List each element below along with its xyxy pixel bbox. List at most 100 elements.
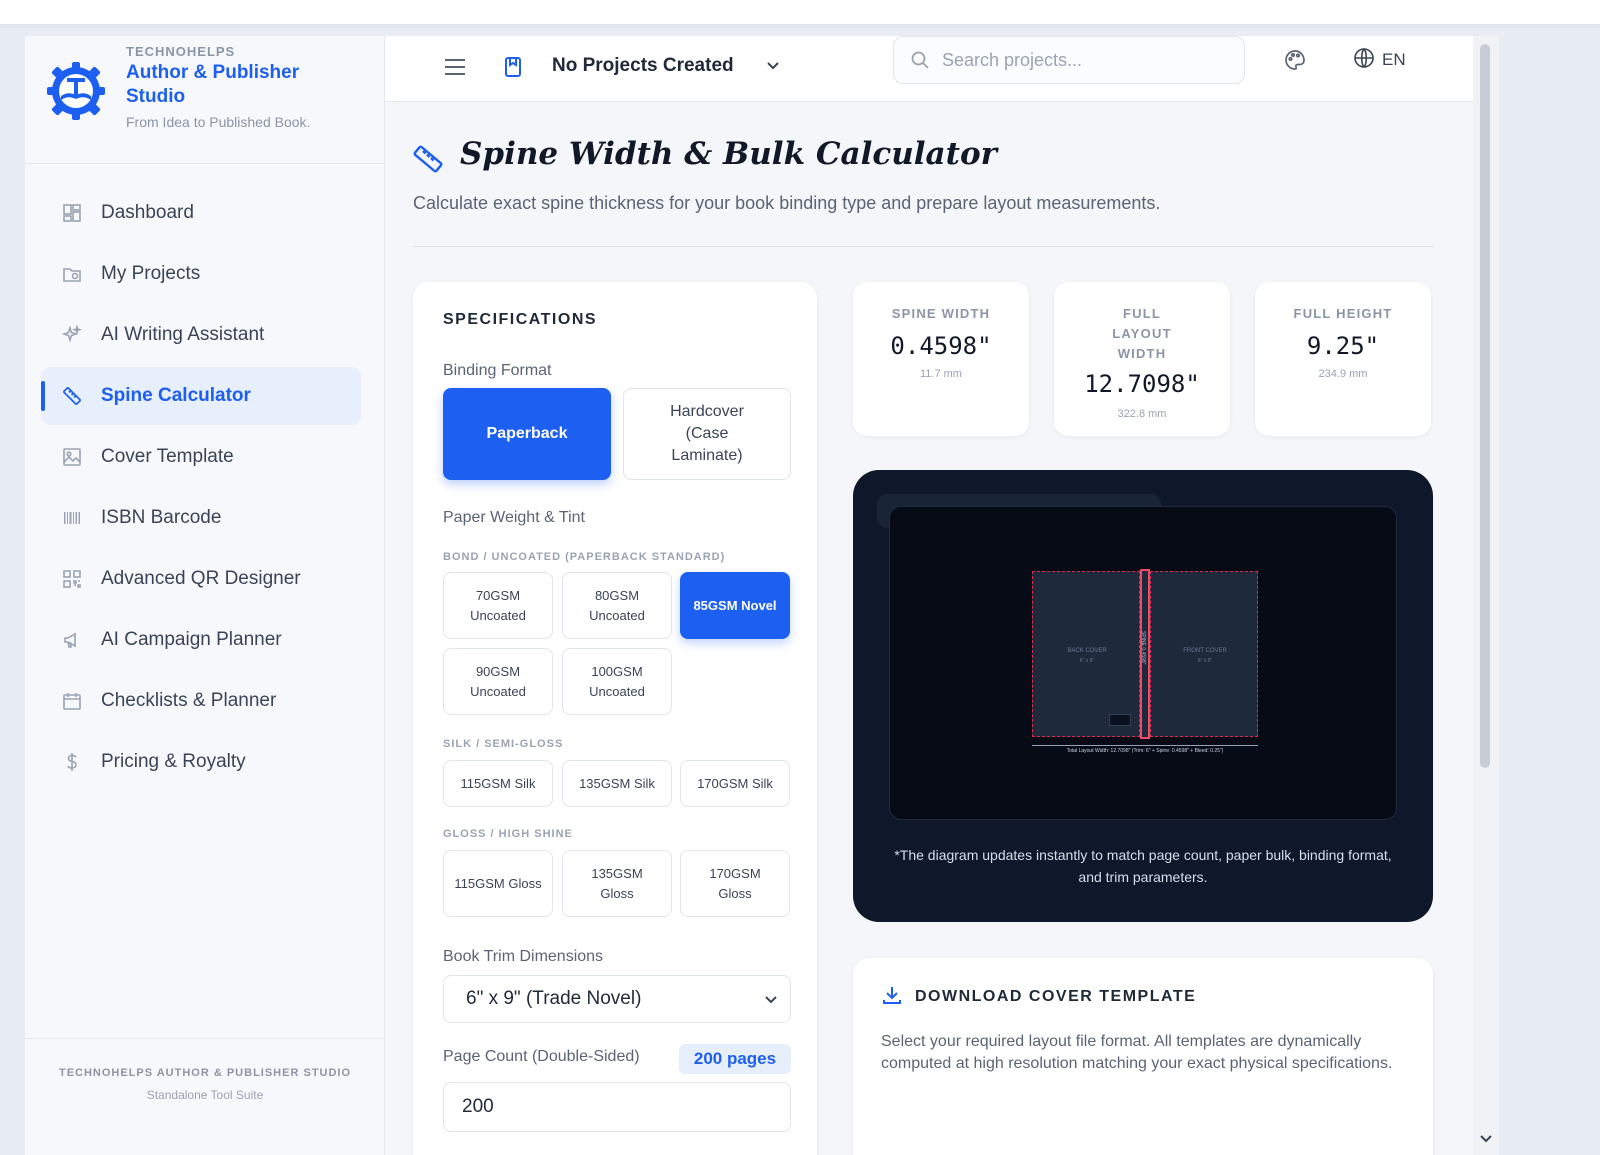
app-window: TECHNOHELPS Author & Publisher Studio Fr…: [25, 36, 1499, 1155]
sidebar-item-my-projects[interactable]: My Projects: [41, 245, 361, 303]
specifications-heading: SPECIFICATIONS: [443, 311, 598, 328]
download-icon: [881, 984, 903, 1011]
full-layout-width-stat: FULL LAYOUT WIDTH 12.7098" 322.8 mm: [1054, 282, 1230, 436]
diagram-canvas: BACK COVER 6" x 9" SPINE 0.4598" FRONT C…: [889, 506, 1397, 820]
spine-width-metric: 11.7 mm: [920, 368, 962, 380]
calendar-icon: [61, 690, 83, 712]
sidebar-item-cover-template[interactable]: Cover Template: [41, 428, 361, 486]
paper-option-label: 100GSM Uncoated: [589, 663, 645, 699]
chevron-down-icon[interactable]: [1478, 1130, 1494, 1151]
sidebar-item-dashboard[interactable]: Dashboard: [41, 184, 361, 242]
search-icon: [910, 50, 930, 70]
front-cover-label: FRONT COVER: [1183, 648, 1227, 654]
barcode-icon: [61, 507, 83, 529]
dimension-line: [1032, 745, 1258, 746]
diagram-note: *The diagram updates instantly to match …: [894, 847, 1392, 885]
full-layout-width-value: 12.7098": [1084, 370, 1200, 398]
paper-170gsm-silk-button[interactable]: 170GSM Silk: [680, 760, 790, 807]
sidebar-footer-title: TECHNOHELPS AUTHOR & PUBLISHER STUDIO: [58, 1067, 352, 1079]
paper-85gsm-novel-button[interactable]: 85GSM Novel: [680, 572, 790, 639]
download-template-card: DOWNLOAD COVER TEMPLATE Select your requ…: [853, 958, 1433, 1155]
sparkles-icon: [61, 324, 83, 346]
page-count-badge: 200 pages: [679, 1044, 791, 1074]
page-subtitle: Calculate exact spine thickness for your…: [413, 193, 1161, 213]
paper-100gsm-uncoated-button[interactable]: 100GSM Uncoated: [562, 648, 672, 715]
paper-90gsm-uncoated-button[interactable]: 90GSM Uncoated: [443, 648, 553, 715]
dollar-icon: [61, 751, 83, 773]
page-count-input[interactable]: [443, 1082, 791, 1132]
stat-label: FULL LAYOUT WIDTH: [1112, 306, 1172, 361]
sidebar-item-ai-campaign-planner[interactable]: AI Campaign Planner: [41, 611, 361, 669]
book-icon: [495, 49, 531, 85]
full-height-metric: 234.9 mm: [1318, 368, 1368, 380]
cover-layout-diagram: BACK COVER 6" x 9" SPINE 0.4598" FRONT C…: [853, 470, 1433, 922]
megaphone-icon: [61, 629, 83, 651]
sidebar-item-label: Checklists & Planner: [101, 690, 277, 711]
paper-80gsm-uncoated-button[interactable]: 80GSM Uncoated: [562, 572, 672, 639]
stat-label: SPINE WIDTH: [891, 306, 991, 321]
sidebar-item-label: ISBN Barcode: [101, 507, 222, 528]
back-cover-trim: 6" x 9": [1079, 658, 1095, 664]
sidebar: TECHNOHELPS Author & Publisher Studio Fr…: [25, 36, 385, 1155]
gear-book-logo-icon: [47, 62, 105, 120]
paper-135gsm-gloss-button[interactable]: 135GSM Gloss: [562, 850, 672, 917]
sidebar-item-checklists-planner[interactable]: Checklists & Planner: [41, 672, 361, 730]
brand-tagline: From Idea to Published Book.: [126, 114, 311, 130]
uncoated-group-label: BOND / UNCOATED (PAPERBACK STANDARD): [443, 551, 726, 563]
paper-option-label: 135GSM Gloss: [591, 865, 643, 901]
search-box: [893, 36, 1245, 84]
spine-width-stat: SPINE WIDTH 0.4598" 11.7 mm: [853, 282, 1029, 436]
hamburger-menu-icon[interactable]: [437, 49, 473, 85]
trim-dimensions-value: 6" x 9" (Trade Novel): [466, 988, 642, 1009]
stat-label: FULL HEIGHT: [1293, 306, 1393, 321]
binding-hardcover-button[interactable]: Hardcover (Case Laminate): [623, 388, 791, 480]
paper-70gsm-uncoated-button[interactable]: 70GSM Uncoated: [443, 572, 553, 639]
brand-name[interactable]: Author & Publisher Studio: [126, 61, 316, 109]
download-template-heading: DOWNLOAD COVER TEMPLATE: [915, 988, 1197, 1005]
paper-135gsm-silk-button[interactable]: 135GSM Silk: [562, 760, 672, 807]
project-select[interactable]: No Projects Created: [540, 42, 790, 90]
paper-option-label: 80GSM Uncoated: [589, 587, 645, 623]
back-cover-label: BACK COVER: [1067, 648, 1107, 654]
palette-icon[interactable]: [1280, 45, 1310, 75]
front-cover-trim: 6" x 9": [1197, 658, 1213, 664]
language-code: EN: [1382, 50, 1406, 69]
brand: TECHNOHELPS Author & Publisher Studio Fr…: [25, 36, 385, 164]
search-input[interactable]: [942, 49, 1222, 71]
main-content: Spine Width & Bulk Calculator Calculate …: [385, 102, 1473, 1155]
sidebar-item-label: My Projects: [101, 263, 201, 284]
projects-icon: [61, 263, 83, 285]
sidebar-item-spine-calculator[interactable]: Spine Calculator: [41, 367, 361, 425]
language-selector[interactable]: EN: [1353, 45, 1406, 75]
sidebar-footer-subtitle: Standalone Tool Suite: [146, 1088, 264, 1102]
chevron-down-icon: [764, 56, 782, 80]
sidebar-item-label: Advanced QR Designer: [101, 568, 301, 589]
sidebar-item-advanced-qr-designer[interactable]: Advanced QR Designer: [41, 550, 361, 608]
chevron-down-icon: [762, 990, 780, 1014]
full-height-stat: FULL HEIGHT 9.25" 234.9 mm: [1255, 282, 1431, 436]
sidebar-item-pricing-royalty[interactable]: Pricing & Royalty: [41, 733, 361, 791]
dashboard-icon: [61, 202, 83, 224]
sidebar-item-label: Spine Calculator: [101, 385, 251, 406]
spine-label: SPINE 0.4598": [1140, 631, 1146, 665]
silk-group-label: SILK / SEMI-GLOSS: [443, 738, 564, 750]
sidebar-item-isbn-barcode[interactable]: ISBN Barcode: [41, 489, 361, 547]
dimension-text: Total Layout Width: 12.7098" (Trim: 6" +…: [1066, 748, 1224, 754]
sidebar-item-ai-writing-assistant[interactable]: AI Writing Assistant: [41, 306, 361, 364]
brand-company: TECHNOHELPS: [126, 44, 236, 59]
scrollbar[interactable]: [1473, 36, 1499, 1155]
paper-115gsm-gloss-button[interactable]: 115GSM Gloss: [443, 850, 553, 917]
trim-dimensions-select[interactable]: 6" x 9" (Trade Novel): [443, 975, 791, 1023]
trim-dimensions-label: Book Trim Dimensions: [443, 948, 604, 965]
paper-115gsm-silk-button[interactable]: 115GSM Silk: [443, 760, 553, 807]
sidebar-footer: TECHNOHELPS AUTHOR & PUBLISHER STUDIO St…: [25, 1038, 385, 1155]
paper-170gsm-gloss-button[interactable]: 170GSM Gloss: [680, 850, 790, 917]
browser-top-strip: [0, 0, 1600, 28]
binding-paperback-button[interactable]: Paperback: [443, 388, 611, 480]
qr-icon: [61, 568, 83, 590]
scrollbar-thumb[interactable]: [1480, 44, 1490, 768]
paper-weight-label: Paper Weight & Tint: [443, 509, 585, 526]
image-icon: [61, 446, 83, 468]
download-template-description: Select your required layout file format.…: [881, 1033, 1393, 1072]
full-height-value: 9.25": [1306, 332, 1380, 360]
